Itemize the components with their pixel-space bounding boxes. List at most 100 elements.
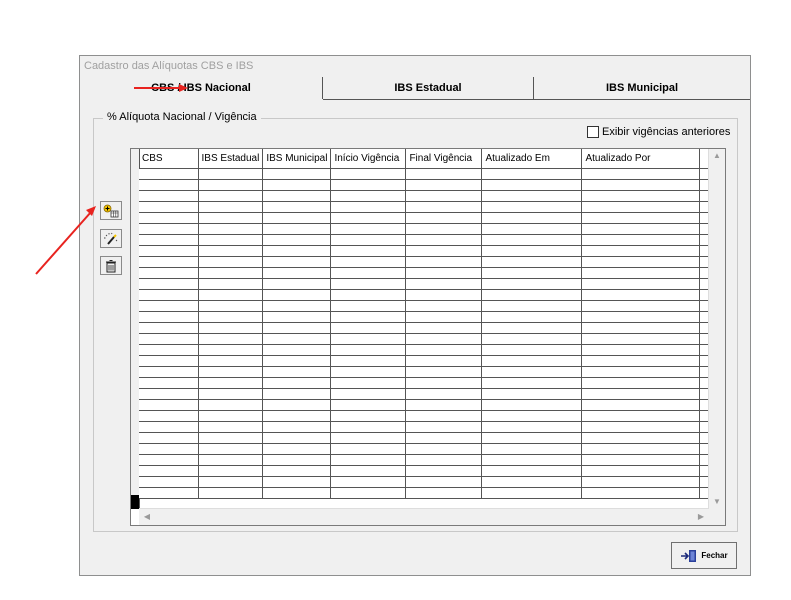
table-row[interactable] [139, 399, 724, 411]
grid-cell[interactable] [139, 432, 199, 444]
grid-cell[interactable] [262, 388, 332, 400]
add-button[interactable] [100, 201, 122, 220]
grid-cell[interactable] [330, 322, 407, 334]
grid-cell[interactable] [330, 377, 407, 389]
grid-cell[interactable] [481, 410, 583, 422]
grid-cell[interactable] [262, 465, 332, 477]
grid-cell[interactable] [139, 487, 199, 499]
grid-cell[interactable] [262, 212, 332, 224]
grid-cell[interactable] [405, 344, 483, 356]
grid-cell[interactable] [581, 476, 701, 488]
grid-cell[interactable] [581, 212, 701, 224]
grid-cell[interactable] [198, 344, 264, 356]
vertical-scrollbar[interactable]: ▲ ▼ [708, 149, 725, 509]
grid-cell[interactable] [581, 366, 701, 378]
grid-cell[interactable] [262, 300, 332, 312]
grid-cell[interactable] [139, 223, 199, 235]
grid-cell[interactable] [139, 333, 199, 345]
grid-cell[interactable] [330, 443, 407, 455]
grid-cell[interactable] [405, 267, 483, 279]
grid-cell[interactable] [262, 355, 332, 367]
grid-cell[interactable] [262, 201, 332, 213]
table-row[interactable] [139, 432, 724, 444]
grid-cell[interactable] [330, 355, 407, 367]
grid-cell[interactable] [330, 300, 407, 312]
grid-cell[interactable] [330, 278, 407, 290]
grid-cell[interactable] [405, 201, 483, 213]
grid-cell[interactable] [330, 179, 407, 191]
grid-cell[interactable] [581, 234, 701, 246]
grid-cell[interactable] [330, 168, 407, 180]
grid-cell[interactable] [330, 333, 407, 345]
grid-cell[interactable] [139, 256, 199, 268]
grid-cell[interactable] [481, 245, 583, 257]
grid-cell[interactable] [405, 168, 483, 180]
table-row[interactable] [139, 410, 724, 422]
grid-cell[interactable] [405, 256, 483, 268]
grid-cell[interactable] [581, 322, 701, 334]
column-header[interactable]: CBS [139, 149, 199, 169]
grid-cell[interactable] [581, 443, 701, 455]
table-row[interactable] [139, 333, 724, 345]
grid-cell[interactable] [198, 300, 264, 312]
grid-cell[interactable] [581, 256, 701, 268]
grid-cell[interactable] [198, 278, 264, 290]
grid-cell[interactable] [330, 201, 407, 213]
table-row[interactable] [139, 487, 724, 499]
grid-cell[interactable] [262, 432, 332, 444]
grid-cell[interactable] [481, 190, 583, 202]
grid-cell[interactable] [262, 443, 332, 455]
grid-cell[interactable] [581, 399, 701, 411]
grid-cell[interactable] [139, 267, 199, 279]
grid-cell[interactable] [330, 190, 407, 202]
grid-cell[interactable] [139, 476, 199, 488]
grid-cell[interactable] [405, 289, 483, 301]
grid-cell[interactable] [481, 443, 583, 455]
tab-ibs-municipal[interactable]: IBS Municipal [534, 77, 750, 100]
grid-cell[interactable] [198, 421, 264, 433]
grid-cell[interactable] [139, 168, 199, 180]
grid-cell[interactable] [262, 487, 332, 499]
table-row[interactable] [139, 289, 724, 301]
grid-cell[interactable] [330, 454, 407, 466]
grid-cell[interactable] [481, 267, 583, 279]
grid-cell[interactable] [198, 454, 264, 466]
grid-cell[interactable] [198, 311, 264, 323]
exibir-vigencias-checkbox[interactable]: Exibir vigências anteriores [587, 126, 730, 138]
grid-cell[interactable] [139, 454, 199, 466]
grid-cell[interactable] [481, 432, 583, 444]
grid-cell[interactable] [405, 487, 483, 499]
grid-cell[interactable] [139, 344, 199, 356]
grid-cell[interactable] [581, 245, 701, 257]
grid-cell[interactable] [405, 223, 483, 235]
grid-cell[interactable] [581, 355, 701, 367]
scroll-up-icon[interactable]: ▲ [710, 149, 724, 163]
grid-cell[interactable] [481, 421, 583, 433]
table-row[interactable] [139, 278, 724, 290]
table-row[interactable] [139, 190, 724, 202]
grid-cell[interactable] [581, 289, 701, 301]
grid-cell[interactable] [330, 311, 407, 323]
grid-cell[interactable] [481, 256, 583, 268]
grid-cell[interactable] [481, 311, 583, 323]
grid-cell[interactable] [481, 278, 583, 290]
scroll-right-icon[interactable]: ▶ [694, 510, 708, 524]
grid-cell[interactable] [405, 399, 483, 411]
grid-cell[interactable] [198, 410, 264, 422]
grid-cell[interactable] [405, 311, 483, 323]
grid-cell[interactable] [581, 168, 701, 180]
grid-cell[interactable] [139, 234, 199, 246]
grid-cell[interactable] [581, 388, 701, 400]
table-row[interactable] [139, 454, 724, 466]
table-row[interactable] [139, 465, 724, 477]
grid-cell[interactable] [198, 399, 264, 411]
fechar-button[interactable]: Fechar [671, 542, 737, 569]
grid-cell[interactable] [481, 355, 583, 367]
grid-cell[interactable] [581, 344, 701, 356]
table-row[interactable] [139, 443, 724, 455]
grid-cell[interactable] [581, 278, 701, 290]
grid-cell[interactable] [581, 223, 701, 235]
grid-cell[interactable] [405, 300, 483, 312]
grid-cell[interactable] [330, 476, 407, 488]
grid-cell[interactable] [405, 212, 483, 224]
